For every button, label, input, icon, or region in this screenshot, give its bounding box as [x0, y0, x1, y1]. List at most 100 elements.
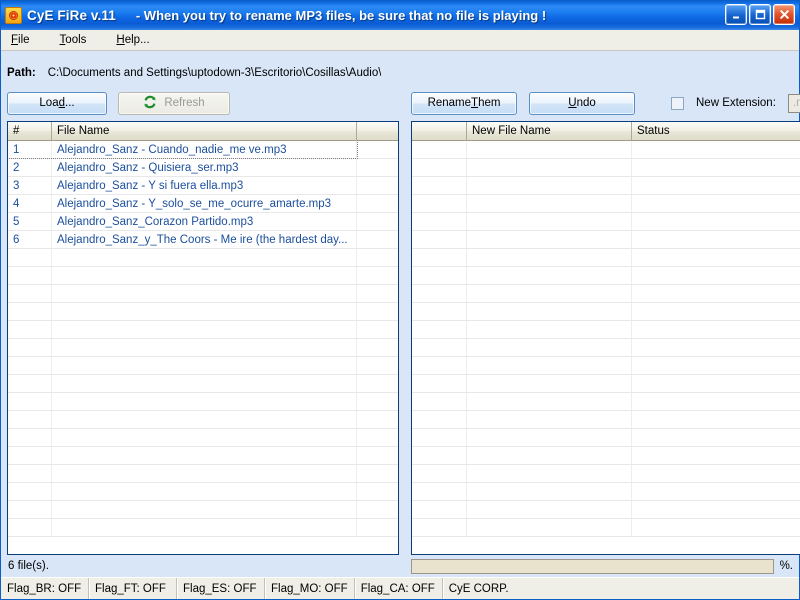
cell-new-file-name: [467, 159, 632, 176]
table-row[interactable]: [412, 321, 800, 339]
table-row[interactable]: [412, 195, 800, 213]
menu-item-file[interactable]: File: [9, 32, 42, 48]
table-row[interactable]: [8, 249, 398, 267]
table-row[interactable]: [8, 519, 398, 537]
cell-status: [632, 429, 800, 446]
table-row[interactable]: [8, 375, 398, 393]
progress-bar: [411, 558, 774, 574]
cell-new-file-name: [467, 375, 632, 392]
column-header-status[interactable]: Status: [632, 122, 800, 141]
column-header-file-name[interactable]: File Name: [52, 122, 357, 141]
table-row[interactable]: 4 Alejandro_Sanz - Y_solo_se_me_ocurre_am…: [8, 195, 398, 213]
table-row[interactable]: [412, 141, 800, 159]
status-flag-mo: Flag_MO: OFF: [265, 578, 355, 599]
table-row[interactable]: [412, 231, 800, 249]
column-header-blank[interactable]: [412, 122, 467, 141]
table-row[interactable]: 3 Alejandro_Sanz - Y si fuera ella.mp3: [8, 177, 398, 195]
rename-them-button[interactable]: Rename Them: [411, 91, 517, 115]
table-row[interactable]: [412, 375, 800, 393]
table-row[interactable]: 6 Alejandro_Sanz_y_The Coors - Me ire (th…: [8, 231, 398, 249]
new-extension-input[interactable]: .mp3: [787, 93, 800, 113]
table-row[interactable]: [8, 501, 398, 519]
column-header-extra[interactable]: [357, 122, 398, 141]
cell-status: [632, 519, 800, 536]
rename-button-pre: Rename: [427, 97, 472, 109]
new-extension-checkbox[interactable]: [671, 96, 684, 110]
table-row[interactable]: [412, 159, 800, 177]
table-row[interactable]: [412, 339, 800, 357]
cell-file-name: [52, 447, 357, 464]
cell-extra: [357, 519, 398, 536]
cell-status: [632, 267, 800, 284]
cell-file-name: [52, 483, 357, 500]
status-company: CyE CORP.: [443, 578, 799, 599]
table-row[interactable]: [412, 483, 800, 501]
row-cell-group: [8, 465, 357, 482]
rename-button-post: hem: [478, 97, 501, 109]
table-row[interactable]: [8, 321, 398, 339]
table-row[interactable]: [412, 429, 800, 447]
load-button[interactable]: Loa d...: [7, 91, 107, 115]
table-row[interactable]: [412, 213, 800, 231]
table-row[interactable]: [8, 339, 398, 357]
table-row[interactable]: [8, 285, 398, 303]
table-row[interactable]: [8, 267, 398, 285]
maximize-button[interactable]: [749, 4, 771, 25]
table-row[interactable]: 5 Alejandro_Sanz_Corazon Partido.mp3: [8, 213, 398, 231]
table-row[interactable]: [8, 483, 398, 501]
cell-status: [632, 411, 800, 428]
table-row[interactable]: [412, 303, 800, 321]
cell-extra: [357, 393, 398, 410]
table-row[interactable]: [412, 447, 800, 465]
table-row[interactable]: [8, 429, 398, 447]
table-row[interactable]: [412, 285, 800, 303]
cell-index: [8, 249, 52, 266]
refresh-button[interactable]: Refresh: [118, 91, 230, 115]
destination-panel: Rename Them Undo New Extension: .mp3 New…: [405, 51, 800, 555]
cell-extra: [357, 141, 398, 158]
row-cell-group: [8, 375, 357, 392]
cell-extra: [357, 429, 398, 446]
table-row[interactable]: [412, 519, 800, 537]
table-row[interactable]: [8, 303, 398, 321]
cell-index: [412, 303, 467, 320]
minimize-button[interactable]: [725, 4, 747, 25]
table-row[interactable]: [412, 393, 800, 411]
table-row[interactable]: [8, 393, 398, 411]
table-row[interactable]: [412, 501, 800, 519]
table-row[interactable]: [412, 357, 800, 375]
column-header-index[interactable]: #: [8, 122, 52, 141]
cell-status: [632, 339, 800, 356]
row-cell-group: [8, 357, 357, 374]
undo-button[interactable]: Undo: [529, 91, 635, 115]
cell-index: [412, 249, 467, 266]
close-button[interactable]: [773, 4, 795, 25]
menu-item-tools[interactable]: Tools: [58, 32, 99, 48]
table-row[interactable]: [8, 465, 398, 483]
table-row[interactable]: 1 Alejandro_Sanz - Cuando_nadie_me ve.mp3: [8, 141, 398, 159]
table-row[interactable]: [412, 411, 800, 429]
cell-index: [412, 231, 467, 248]
table-row[interactable]: [412, 249, 800, 267]
menu-item-help[interactable]: Help...: [114, 32, 161, 48]
renamed-file-list[interactable]: New File Name Status: [411, 121, 800, 555]
table-row[interactable]: [412, 465, 800, 483]
undo-button-accel: U: [568, 97, 577, 109]
source-file-list[interactable]: # File Name 1 Alejandro_Sanz - Cuando_nad…: [7, 121, 399, 555]
table-row[interactable]: [412, 177, 800, 195]
cell-index: [412, 357, 467, 374]
column-header-new-file-name[interactable]: New File Name: [467, 122, 632, 141]
cell-index: 4: [8, 195, 52, 212]
table-row[interactable]: [8, 357, 398, 375]
cell-file-name: [52, 357, 357, 374]
cell-index: [412, 501, 467, 518]
row-cell-group: [8, 393, 357, 410]
cell-status: [632, 195, 800, 212]
table-row[interactable]: [8, 447, 398, 465]
table-row[interactable]: 2 Alejandro_Sanz - Quisiera_ser.mp3: [8, 159, 398, 177]
table-row[interactable]: [412, 267, 800, 285]
cell-index: [412, 447, 467, 464]
progress-area: %.: [405, 558, 799, 574]
table-row[interactable]: [8, 411, 398, 429]
row-cell-group: [8, 519, 357, 536]
